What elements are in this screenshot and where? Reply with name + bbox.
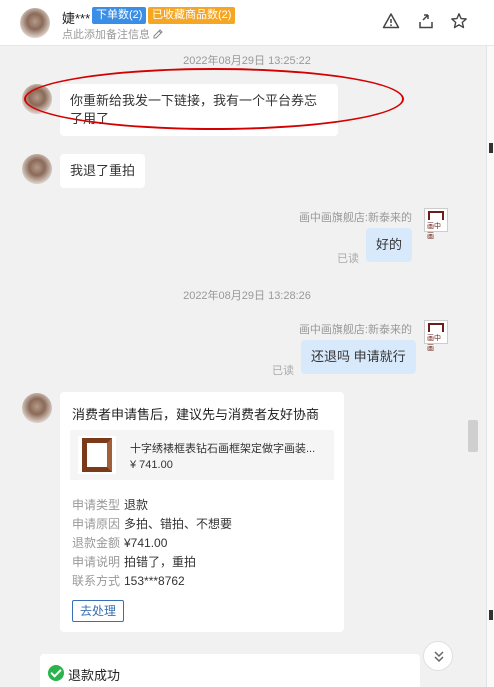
product-price: ¥ 741.00 [130, 459, 173, 471]
refund-info-row: 退款金额 ¥741.00 [72, 534, 167, 551]
logo-frame-shape [428, 211, 444, 220]
refund-info-value: 多拍、错拍、不想要 [124, 517, 233, 531]
refund-info-row: 申请类型 退款 [72, 496, 148, 513]
refund-status-label: 退款成功 [68, 668, 121, 683]
product-item[interactable]: 十字绣裱框表钻石画框架定做字画装... ¥ 741.00 [70, 430, 334, 480]
share-icon[interactable] [417, 12, 435, 30]
refund-info-key: 申请原因 [72, 517, 121, 531]
shop-logo: 画中画 [424, 208, 448, 240]
refund-info-key: 退款金额 [72, 536, 121, 550]
warning-icon[interactable] [382, 12, 400, 30]
message-timestamp: 2022年08月29日 13:28:26 [183, 290, 311, 302]
logo-text: 画中画 [427, 222, 441, 240]
seller-name: 画中画旗舰店:新泰来的 [298, 324, 412, 336]
seller-message: 还退吗 申请就行 [301, 340, 416, 374]
logo-frame-shape [428, 323, 444, 332]
refund-info-value: 153***8762 [124, 574, 185, 588]
scrollbar-thumb[interactable] [468, 420, 478, 452]
side-panel-edge [486, 46, 494, 687]
user-name[interactable]: 婕*** [62, 8, 90, 27]
seller-message: 好的 [366, 228, 413, 262]
refund-info-value: ¥741.00 [124, 536, 168, 550]
refund-info-row: 申请说明 拍错了，重拍 [72, 553, 196, 570]
customer-avatar[interactable] [22, 393, 52, 423]
refund-info-key: 联系方式 [72, 574, 121, 588]
handle-refund-button[interactable]: 去处理 [72, 600, 124, 622]
read-status: 已读 [272, 365, 294, 377]
edge-marker [489, 610, 493, 620]
refund-info-key: 申请类型 [72, 498, 121, 512]
check-circle-icon [48, 665, 64, 681]
refund-info-key: 申请说明 [72, 555, 121, 569]
refund-status-card: 退款成功 [40, 654, 420, 687]
logo-text: 画中画 [427, 334, 441, 352]
scroll-to-bottom-button[interactable] [423, 641, 453, 671]
product-image [78, 436, 116, 474]
message-timestamp: 2022年08月29日 13:25:22 [183, 55, 311, 67]
refund-info-row: 申请原因 多拍、错拍、不想要 [72, 515, 232, 532]
customer-avatar[interactable] [22, 154, 52, 184]
order-count-badge[interactable]: 下单数(2) [92, 7, 147, 24]
seller-name: 画中画旗舰店:新泰来的 [298, 212, 412, 224]
remark-link[interactable]: 点此添加备注信息 [62, 26, 163, 42]
shop-logo: 画中画 [424, 320, 448, 352]
read-status: 已读 [337, 253, 359, 265]
refund-info-row: 联系方式 153***8762 [72, 572, 185, 589]
picture-frame-shape [82, 438, 112, 472]
refund-info-value: 拍错了，重拍 [124, 555, 197, 569]
edge-marker [489, 143, 493, 153]
chevron-double-down-icon [434, 651, 444, 663]
highlight-annotation [24, 68, 404, 130]
refund-request-card: 消费者申请售后，建议先与消费者友好协商 十字绣裱框表钻石画框架定做字画装... … [60, 392, 344, 632]
avatar[interactable] [20, 8, 50, 38]
product-name: 十字绣裱框表钻石画框架定做字画装... [130, 443, 316, 455]
refund-card-title: 消费者申请售后，建议先与消费者友好协商 [72, 407, 320, 422]
favorites-count-badge[interactable]: 已收藏商品数(2) [148, 7, 236, 24]
remark-text: 点此添加备注信息 [62, 29, 150, 41]
refund-info-value: 退款 [124, 498, 149, 512]
star-icon[interactable] [450, 12, 468, 30]
edit-icon [153, 29, 163, 39]
customer-message: 我退了重拍 [60, 154, 146, 188]
chat-header: 婕*** 下单数(2) 已收藏商品数(2) 点此添加备注信息 [0, 0, 494, 46]
